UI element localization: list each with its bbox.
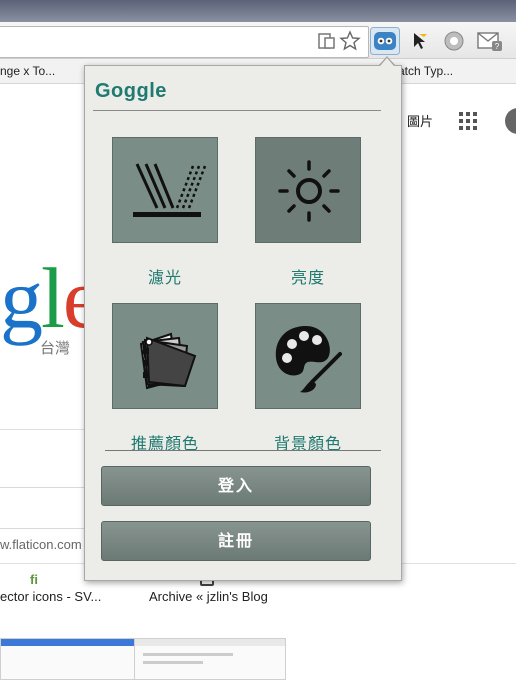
thumbnail-title[interactable]: Archive « jzlin's Blog <box>149 589 268 604</box>
color-swatch-icon <box>139 332 197 390</box>
goggle-popup: Goggle 濾光 亮度 推薦顏色 背景顏色 登入 註冊 <box>84 65 402 581</box>
brightness-sun-icon <box>278 160 340 222</box>
light-filter-label: 濾光 <box>147 270 182 287</box>
brightness-label: 亮度 <box>290 270 325 287</box>
login-button[interactable]: 登入 <box>101 466 371 506</box>
power-extension-icon[interactable] <box>443 30 465 52</box>
divider <box>0 429 84 430</box>
window-titlebar <box>0 0 516 22</box>
apps-grid-icon[interactable] <box>459 112 477 130</box>
bookmark-star-icon[interactable] <box>339 30 361 52</box>
bookmark-item[interactable]: atch Typ... <box>398 64 453 78</box>
thumbnail-preview[interactable] <box>0 638 152 680</box>
thumbnail-preview[interactable] <box>134 638 286 680</box>
images-link[interactable]: 圖片 <box>407 111 433 130</box>
avatar[interactable] <box>505 108 516 134</box>
background-color-button[interactable] <box>255 303 361 409</box>
page-action-icon[interactable] <box>316 30 338 52</box>
popup-arrow-fill <box>380 58 394 66</box>
address-bar[interactable] <box>0 26 369 58</box>
result-url: w.flaticon.com <box>0 537 82 552</box>
popup-title: Goggle <box>95 80 167 102</box>
light-filter-button[interactable] <box>112 137 218 243</box>
cursor-extension-icon[interactable] <box>410 30 432 52</box>
svg-text:?: ? <box>495 42 500 51</box>
register-button[interactable]: 註冊 <box>101 521 371 561</box>
bookmark-item[interactable]: nge x To... <box>0 64 55 78</box>
gmail-checker-icon[interactable]: ? <box>477 30 502 52</box>
light-filter-icon <box>133 163 207 217</box>
thumbnail-title[interactable]: ector icons - SV... <box>0 589 101 604</box>
brightness-button[interactable] <box>255 137 361 243</box>
flaticon-logo: fi <box>30 572 38 587</box>
logo-region-label: 台灣 <box>40 340 71 357</box>
paint-palette-icon <box>275 326 342 393</box>
title-divider <box>93 110 381 111</box>
recommended-color-button[interactable] <box>112 303 218 409</box>
goggle-extension-icon[interactable] <box>370 27 400 55</box>
tiles-divider <box>105 450 381 451</box>
